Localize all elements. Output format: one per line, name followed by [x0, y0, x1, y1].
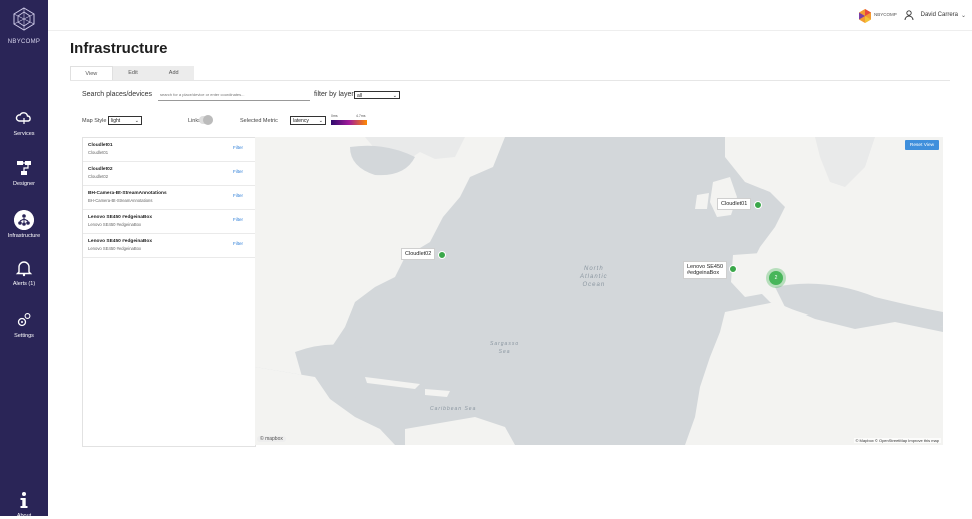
page-title: Infrastructure — [70, 40, 168, 57]
device-subtitle: Lenovo SE450 #edgeinaBox — [88, 246, 142, 251]
sidebar-item-alerts[interactable]: Alerts (1) — [0, 258, 48, 287]
device-marker-label[interactable]: Cloudlet02 — [401, 248, 436, 260]
map-style-label: Map Style — [82, 118, 107, 124]
legend-min-label: 0ms — [331, 114, 338, 118]
sidebar-item-infrastructure[interactable]: Infrastructure — [0, 210, 48, 239]
tab-view[interactable]: View — [70, 66, 113, 80]
device-subtitle: Lenovo SE450 #edgeinaBox — [88, 222, 142, 227]
map-style-select[interactable]: light ⌄ — [108, 116, 142, 125]
chevron-down-icon: ⌄ — [318, 118, 323, 124]
tabs-divider — [70, 80, 950, 81]
device-marker-label[interactable]: Lenovo SE450 #edgeinaBox — [683, 261, 728, 279]
logo-icon — [13, 7, 35, 31]
device-marker-label[interactable]: Cloudlet01 — [717, 198, 752, 210]
device-subtitle: BH-Camera-Bt-StreamAnnotations — [88, 198, 153, 203]
device-name: Cloudlet02 — [88, 167, 113, 172]
search-input[interactable] — [158, 88, 310, 101]
sidebar-item-services[interactable]: Services — [0, 108, 48, 137]
links-toggle[interactable] — [199, 115, 213, 125]
device-marker[interactable] — [438, 251, 446, 259]
sea-label: Sargasso Sea — [490, 341, 520, 355]
sidebar-item-label: About — [16, 513, 32, 519]
filter-layer-value: all — [357, 93, 363, 99]
diagram-icon — [17, 161, 31, 175]
filter-link[interactable]: Filter — [233, 193, 243, 198]
device-list: Cloudlet01 Cloudlet01 Filter Cloudlet02 … — [82, 137, 256, 447]
map-attribution[interactable]: © Mapbox © OpenStreetMap Improve this ma… — [853, 438, 941, 443]
list-item[interactable]: Cloudlet02 Cloudlet02 Filter — [83, 162, 255, 186]
brand-logo-icon — [859, 9, 871, 23]
list-item[interactable]: Cloudlet01 Cloudlet01 Filter — [83, 138, 255, 162]
list-item[interactable]: Lenovo SE450 #edgeinaBox Lenovo SE450 #e… — [83, 234, 255, 258]
selected-metric-select[interactable]: latency ⌄ — [290, 116, 326, 125]
filter-layer-label: filter by layer — [314, 91, 354, 98]
gears-icon — [17, 313, 31, 327]
list-item[interactable]: BH-Camera-Bt-StreamAnnotations BH-Camera… — [83, 186, 255, 210]
device-name: Lenovo SE450 #edgeinaBox — [88, 239, 152, 244]
device-name: BH-Camera-Bt-StreamAnnotations — [88, 191, 167, 196]
tab-edit[interactable]: Edit — [113, 66, 154, 80]
filter-link[interactable]: Filter — [233, 241, 243, 246]
selected-metric-label: Selected Metric — [240, 118, 278, 124]
sidebar-item-settings[interactable]: Settings — [0, 310, 48, 339]
sidebar-item-label: Alerts (1) — [12, 281, 36, 287]
device-subtitle: Cloudlet01 — [88, 150, 109, 155]
app-logo[interactable]: NBYCOMP — [0, 6, 48, 45]
chevron-down-icon[interactable]: ⌄ — [961, 12, 966, 19]
chevron-down-icon: ⌄ — [134, 118, 139, 124]
map-view[interactable]: Reset View North Atlantic Ocean Sargasso… — [255, 137, 943, 445]
sidebar-item-label: Services — [13, 131, 35, 137]
device-name: Lenovo SE450 #edgeinaBox — [88, 215, 152, 220]
toggle-knob — [203, 115, 213, 125]
reset-view-button[interactable]: Reset View — [905, 140, 939, 150]
top-bar: NBYCOMP David Carrera ⌄ — [48, 0, 972, 31]
filter-link[interactable]: Filter — [233, 169, 243, 174]
chevron-down-icon: ⌄ — [392, 93, 397, 99]
device-subtitle: Cloudlet02 — [88, 174, 109, 179]
metric-color-legend — [331, 120, 367, 125]
sidebar-item-label: Designer — [12, 181, 35, 187]
device-marker[interactable] — [729, 265, 737, 273]
cloud-icon — [15, 112, 31, 124]
sidebar-item-label: Settings — [14, 333, 34, 339]
tab-add[interactable]: Add — [153, 66, 194, 80]
filter-link[interactable]: Filter — [233, 145, 243, 150]
user-icon[interactable] — [904, 10, 914, 20]
sidebar-item-designer[interactable]: Designer — [0, 158, 48, 187]
sidebar: NBYCOMP Services Designer Infrastructure — [0, 0, 48, 519]
search-label: Search places/devices — [82, 91, 153, 98]
tab-bar: View Edit Add — [70, 66, 194, 80]
sea-label: Caribbean Sea — [430, 406, 477, 412]
device-marker[interactable] — [754, 201, 762, 209]
map-landmass — [255, 137, 943, 445]
marker-cluster[interactable]: 2 — [769, 271, 783, 285]
legend-max-label: 4.7ms — [356, 114, 366, 118]
device-name: Cloudlet01 — [88, 143, 113, 148]
info-icon — [20, 492, 28, 508]
filter-layer-select[interactable]: all ⌄ — [354, 91, 400, 99]
mapbox-logo[interactable]: © mapbox — [257, 436, 286, 442]
map-style-value: light — [111, 118, 121, 124]
sidebar-item-about[interactable]: About — [0, 490, 48, 519]
brand-text: NBYCOMP — [874, 12, 897, 17]
logo-text: NBYCOMP — [7, 39, 41, 45]
network-icon — [14, 210, 34, 230]
sidebar-item-label: Infrastructure — [7, 233, 41, 239]
bell-icon — [15, 261, 33, 277]
ocean-label: North Atlantic Ocean — [580, 266, 608, 288]
list-item[interactable]: Lenovo SE450 #edgeinaBox Lenovo SE450 #e… — [83, 210, 255, 234]
filter-link[interactable]: Filter — [233, 217, 243, 222]
user-name[interactable]: David Carrera — [921, 12, 958, 18]
selected-metric-value: latency — [293, 118, 309, 124]
